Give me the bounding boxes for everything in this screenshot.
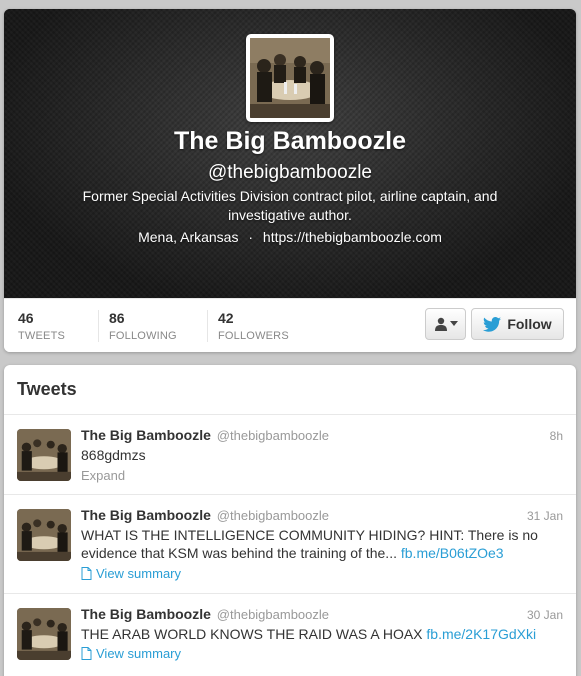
tweet-text: THE ARAB WORLD KNOWS THE RAID WAS A HOAX… — [81, 625, 562, 643]
tweet-timestamp[interactable]: 8h — [550, 429, 563, 443]
stat-label: FOLLOWING — [109, 330, 177, 342]
profile-header: The Big Bamboozle @thebigbamboozle Forme… — [4, 9, 576, 298]
tweet-timestamp[interactable]: 31 Jan — [527, 509, 563, 523]
tweet-header: The Big Bamboozle @thebigbamboozle — [81, 427, 329, 443]
view-summary-link[interactable]: View summary — [81, 566, 181, 581]
profile-meta: Mena, Arkansas · https://thebigbamboozle… — [4, 229, 576, 245]
avatar-photo — [250, 38, 330, 118]
stat-value: 46 — [18, 310, 34, 326]
tweet-author-name[interactable]: The Big Bamboozle — [81, 606, 211, 622]
tweet-author-handle[interactable]: @thebigbamboozle — [217, 508, 329, 523]
tweet-text: 868gdmzs — [81, 446, 566, 464]
stat-value: 86 — [109, 310, 125, 326]
profile-website-link[interactable]: https://thebigbamboozle.com — [263, 229, 442, 245]
stats-bar: 46 TWEETS 86 FOLLOWING 42 FOLLOWERS Foll… — [4, 298, 576, 352]
avatar-photo — [17, 509, 71, 561]
avatar-photo — [17, 608, 71, 660]
follow-button[interactable]: Follow — [471, 308, 564, 340]
document-icon — [81, 567, 92, 580]
tweet-link[interactable]: fb.me/B06tZOe3 — [401, 545, 504, 561]
profile-name: The Big Bamboozle — [174, 127, 406, 155]
tweet-action-label: View summary — [96, 566, 182, 581]
tweet-item[interactable]: The Big Bamboozle @thebigbamboozle 8h 86… — [4, 415, 576, 495]
tweet-action-label: Expand — [81, 468, 126, 483]
tweet-item[interactable]: The Big Bamboozle @thebigbamboozle 30 Ja… — [4, 594, 576, 676]
tweets-card: Tweets The Big Bamboozle @thebigbamboozl… — [4, 365, 576, 676]
tweet-text: WHAT IS THE INTELLIGENCE COMMUNITY HIDIN… — [81, 526, 562, 562]
tweet-avatar[interactable] — [17, 509, 71, 561]
document-icon — [81, 647, 92, 660]
tweet-header: The Big Bamboozle @thebigbamboozle — [81, 507, 329, 523]
meta-separator: · — [248, 229, 254, 245]
twitter-bird-icon — [483, 316, 502, 332]
tweet-avatar[interactable] — [17, 429, 71, 481]
profile-bio: Former Special Activities Division contr… — [82, 188, 498, 223]
view-summary-link[interactable]: View summary — [81, 646, 181, 661]
tweet-timestamp[interactable]: 30 Jan — [527, 608, 563, 622]
stat-following[interactable]: 86 FOLLOWING — [98, 310, 177, 342]
profile-location: Mena, Arkansas — [138, 229, 239, 245]
tweet-link[interactable]: fb.me/2K17GdXki — [426, 626, 536, 642]
profile-handle: @thebigbamboozle — [207, 162, 372, 183]
tweet-action-label: View summary — [96, 646, 182, 661]
caret-down-icon — [449, 321, 458, 326]
tweet-expand-link[interactable]: Expand — [81, 468, 125, 483]
profile-card: The Big Bamboozle @thebigbamboozle Forme… — [4, 9, 576, 352]
tweet-author-handle[interactable]: @thebigbamboozle — [217, 428, 329, 443]
tweet-avatar[interactable] — [17, 608, 71, 660]
user-actions-dropdown-button[interactable] — [425, 308, 466, 340]
tweet-text-content: THE ARAB WORLD KNOWS THE RAID WAS A HOAX — [81, 626, 423, 642]
follow-button-label: Follow — [507, 316, 552, 332]
avatar-photo — [17, 429, 71, 481]
stat-followers[interactable]: 42 FOLLOWERS — [207, 310, 289, 342]
profile-avatar[interactable] — [246, 34, 334, 122]
tweet-header: The Big Bamboozle @thebigbamboozle — [81, 606, 329, 622]
tweet-author-handle[interactable]: @thebigbamboozle — [217, 607, 329, 622]
stat-value: 42 — [218, 310, 234, 326]
tweet-item[interactable]: The Big Bamboozle @thebigbamboozle 31 Ja… — [4, 495, 576, 594]
tweets-heading: Tweets — [4, 365, 576, 415]
stat-label: FOLLOWERS — [218, 330, 289, 342]
stat-tweets[interactable]: 46 TWEETS — [18, 310, 65, 342]
tweet-author-name[interactable]: The Big Bamboozle — [81, 507, 211, 523]
tweet-author-name[interactable]: The Big Bamboozle — [81, 427, 211, 443]
tweet-text-content: 868gdmzs — [81, 447, 146, 463]
stat-label: TWEETS — [18, 330, 66, 342]
person-icon — [434, 317, 447, 331]
